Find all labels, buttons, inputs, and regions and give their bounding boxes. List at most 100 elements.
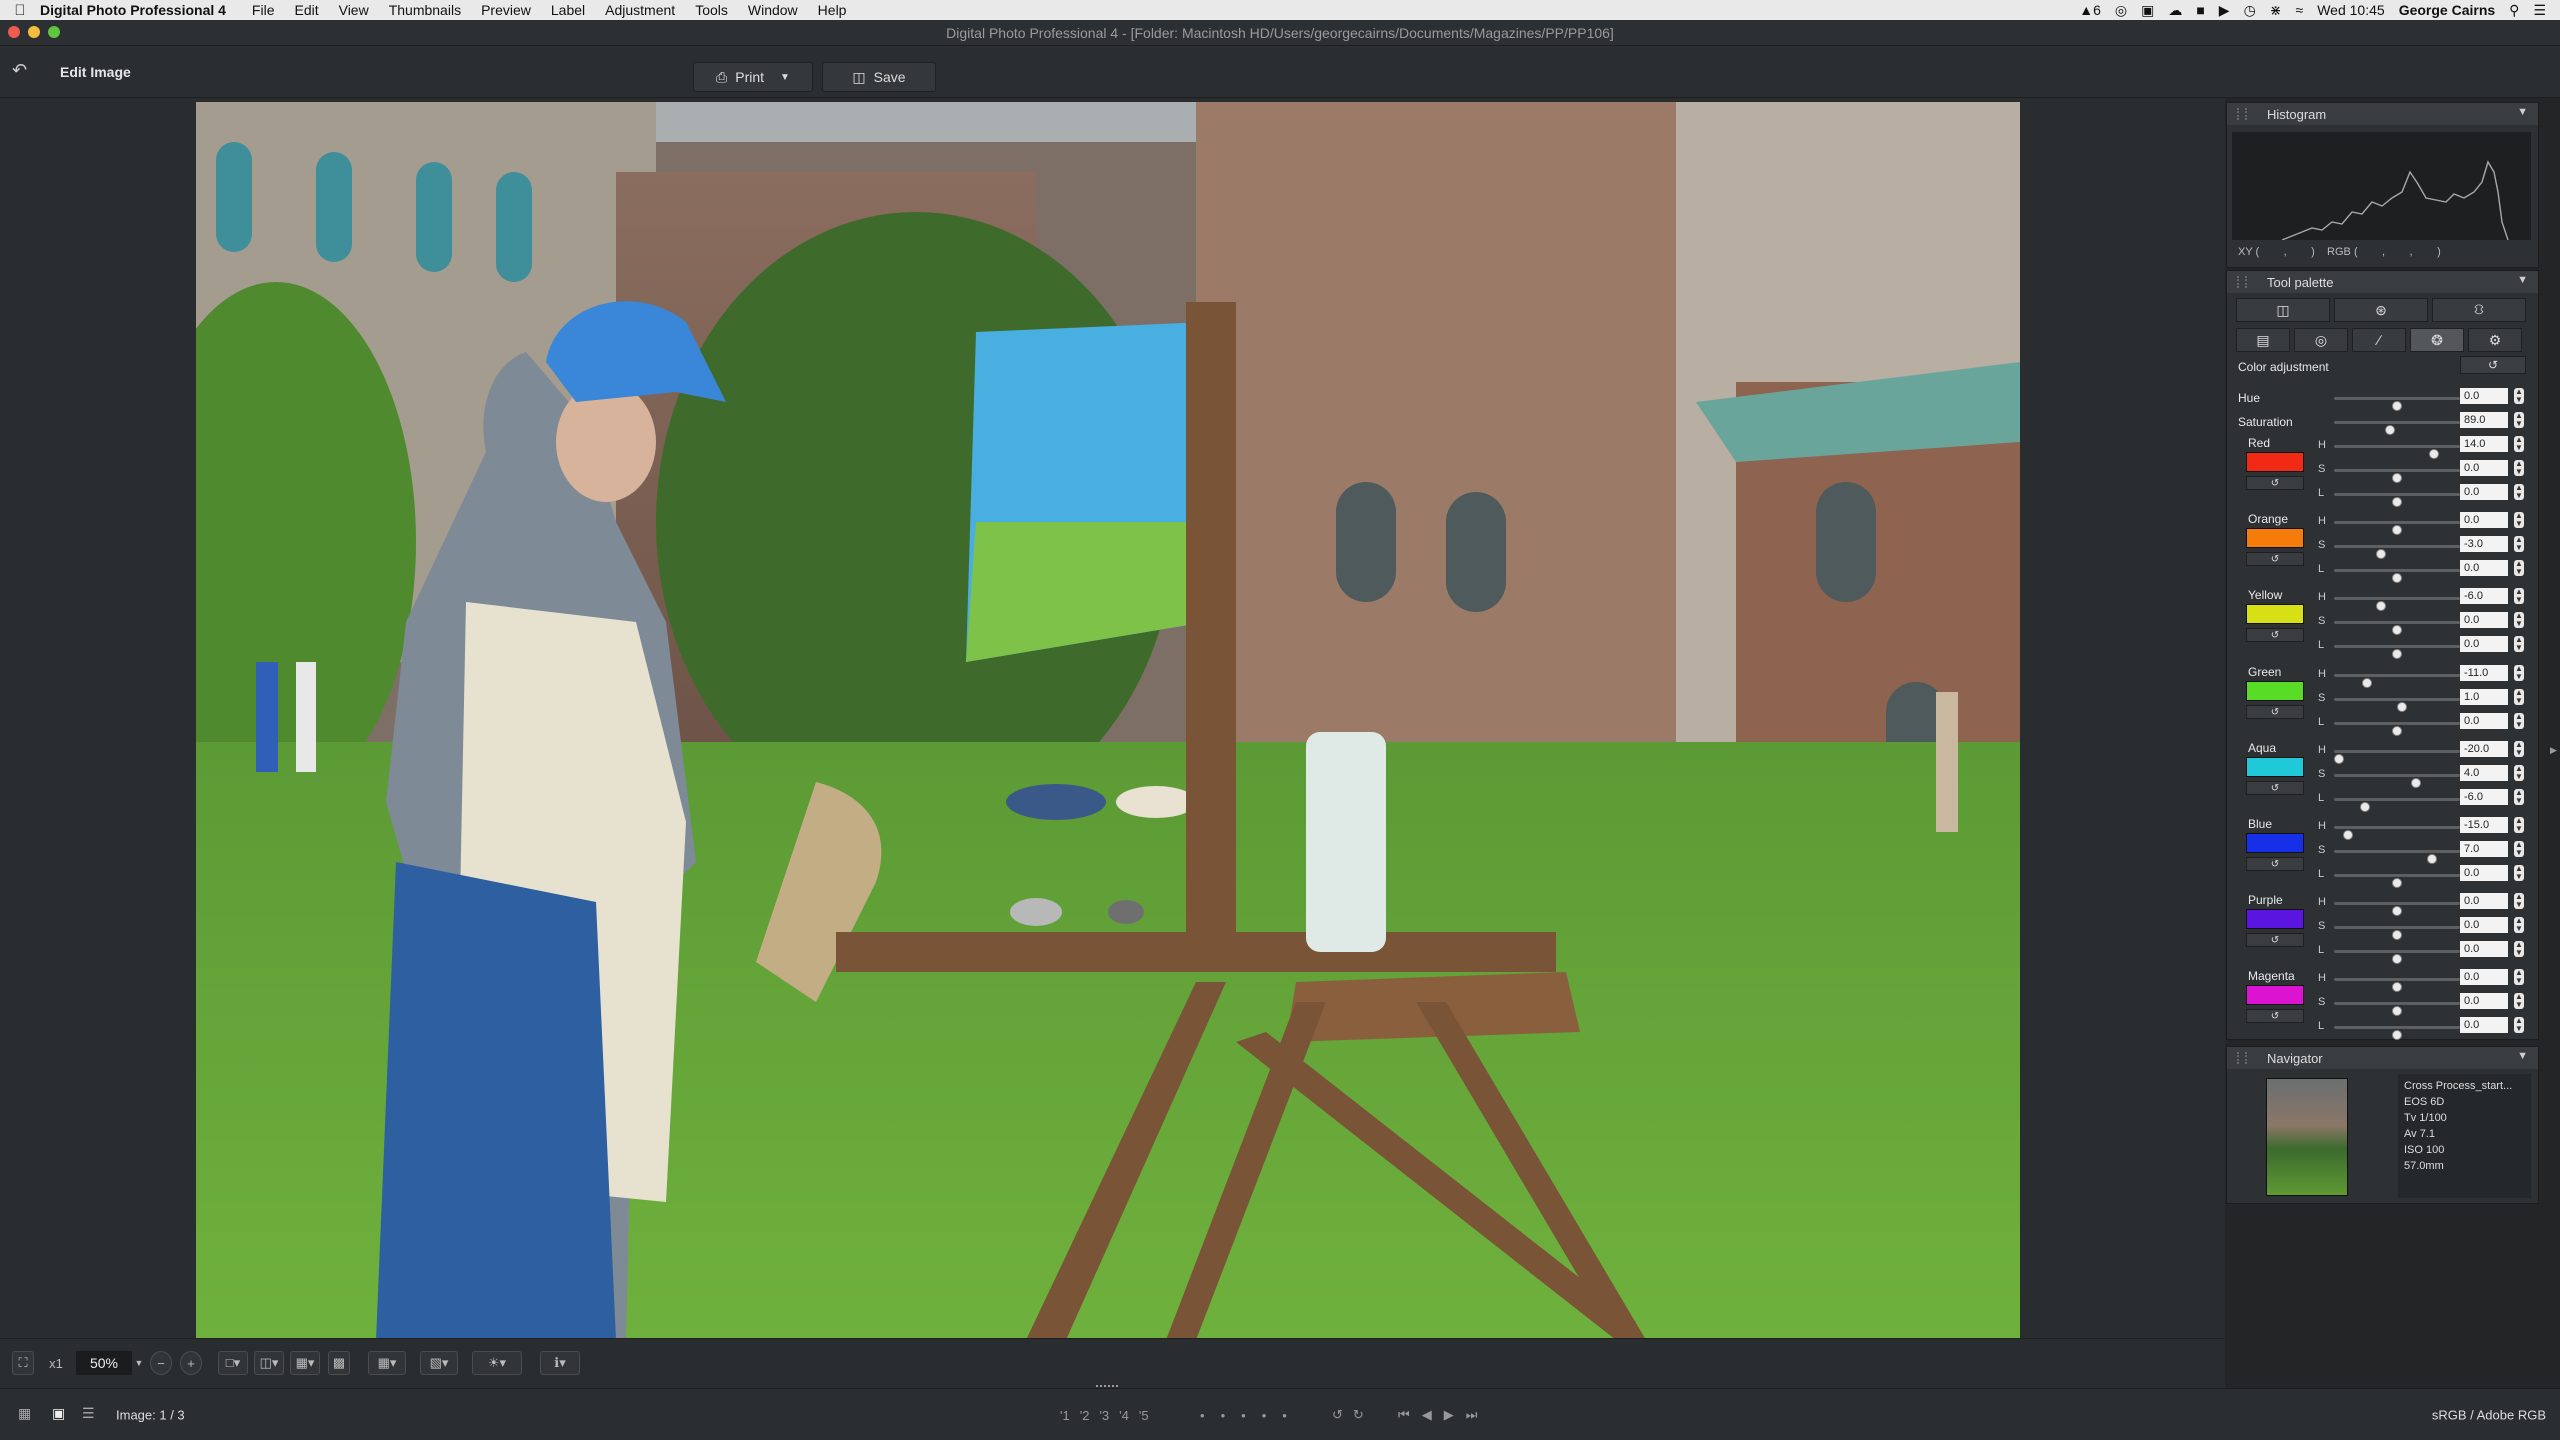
previous-image-icon[interactable]: ◀ [1422,1407,1432,1423]
magenta-h-slider-track[interactable] [2334,978,2460,992]
green-s-slider-track[interactable] [2334,698,2460,712]
single-view-icon[interactable]: ▣ [52,1405,65,1422]
red-s-slider-thumb[interactable] [2392,473,2402,483]
volume-icon[interactable]: ▶ [2219,2,2230,19]
yellow-h-slider-thumb[interactable] [2375,601,2386,611]
blue-h-value-field[interactable]: -15.0 [2460,817,2508,833]
display-mode-icon[interactable]: ☀▾ [472,1351,522,1375]
purple-l-slider-track[interactable] [2334,950,2460,964]
hue-stepper[interactable]: ▲ ▼ [2514,388,2524,404]
grid-view-icon[interactable]: ▦ [18,1405,31,1422]
yellow-s-value-field[interactable]: 0.0 [2460,612,2508,628]
orange-l-slider-track[interactable] [2334,569,2460,583]
cloud-icon[interactable]: ☁ [2168,2,2182,19]
drag-grip-icon[interactable] [2237,276,2247,288]
aqua-s-slider-track[interactable] [2334,774,2460,788]
green-h-slider-thumb[interactable] [2361,678,2372,688]
saturation-stepper[interactable]: ▲ ▼ [2514,412,2524,428]
navigator-header[interactable]: Navigator ▼ [2227,1047,2538,1069]
aqua-s-slider-thumb[interactable] [2410,778,2421,788]
chevron-down-icon[interactable]: ▼ [2517,106,2528,118]
aqua-l-slider-thumb[interactable] [2359,802,2370,812]
magenta-l-slider-thumb[interactable] [2392,1030,2402,1040]
rating-5[interactable]: '5 [1139,1408,1149,1423]
green-l-value-field[interactable]: 0.0 [2460,713,2508,729]
screen-icon[interactable]: ▣ [2141,2,2154,19]
rotate-left-icon[interactable]: ↺ [1332,1407,1343,1423]
next-image-icon[interactable]: ▶ [1444,1407,1454,1423]
color-adjustment-tab[interactable]: ❂ [2410,328,2464,352]
purple-l-stepper[interactable]: ▲ ▼ [2514,941,2524,957]
green-l-slider-thumb[interactable] [2392,726,2402,736]
hue-slider-track[interactable] [2334,397,2460,411]
spotlight-icon[interactable]: ⚲ [2509,2,2519,19]
fit-to-screen-icon[interactable]: ⛶ [12,1351,34,1375]
purple-s-value-field[interactable]: 0.0 [2460,917,2508,933]
blue-h-slider-track[interactable] [2334,826,2460,840]
basic-adjustment-tab[interactable]: ◫ [2236,298,2330,322]
apple-menu-icon[interactable]:  [0,2,40,19]
orange-s-slider-track[interactable] [2334,545,2460,559]
green-s-value-field[interactable]: 1.0 [2460,689,2508,705]
orange-h-value-field[interactable]: 0.0 [2460,512,2508,528]
red-s-slider-track[interactable] [2334,469,2460,483]
saturation-slider-thumb[interactable] [2385,425,2396,435]
purple-h-slider-thumb[interactable] [2392,906,2402,916]
zoom-select[interactable]: 50% [76,1351,132,1375]
yellow-l-value-field[interactable]: 0.0 [2460,636,2508,652]
save-button[interactable]: ◫ Save [822,62,936,92]
time-machine-icon[interactable]: ◷ [2244,2,2256,19]
purple-l-slider-thumb[interactable] [2392,954,2402,964]
red-h-value-field[interactable]: 14.0 [2460,436,2508,452]
aqua-l-stepper[interactable]: ▲ ▼ [2514,789,2524,805]
star-1-icon[interactable]: • [1200,1408,1205,1423]
notification-center-icon[interactable]: ☰ [2533,2,2546,19]
blue-l-slider-track[interactable] [2334,874,2460,888]
yellow-h-stepper[interactable]: ▲ ▼ [2514,588,2524,604]
purple-h-slider-track[interactable] [2334,902,2460,916]
green-s-stepper[interactable]: ▲ ▼ [2514,689,2524,705]
aqua-s-stepper[interactable]: ▲ ▼ [2514,765,2524,781]
green-h-value-field[interactable]: -11.0 [2460,665,2508,681]
saturation-value-field[interactable]: 89.0 [2460,412,2508,428]
blue-l-slider-thumb[interactable] [2392,878,2402,888]
aqua-h-stepper[interactable]: ▲ ▼ [2514,741,2524,757]
compare-view-icon[interactable]: ▦▾ [290,1351,320,1375]
menu-help[interactable]: Help [818,2,847,18]
magenta-s-value-field[interactable]: 0.0 [2460,993,2508,1009]
yellow-s-slider-track[interactable] [2334,621,2460,635]
actual-size-button[interactable]: x1 [42,1351,70,1375]
magenta-l-stepper[interactable]: ▲ ▼ [2514,1017,2524,1033]
menu-adjustment[interactable]: Adjustment [605,2,675,18]
magenta-l-slider-track[interactable] [2334,1026,2460,1040]
star-5-icon[interactable]: • [1282,1408,1287,1423]
star-2-icon[interactable]: • [1221,1408,1226,1423]
purple-h-stepper[interactable]: ▲ ▼ [2514,893,2524,909]
zoom-in-icon[interactable]: + [180,1351,202,1375]
red-l-slider-track[interactable] [2334,493,2460,507]
blue-l-stepper[interactable]: ▲ ▼ [2514,865,2524,881]
highlight-warning-icon[interactable]: ▩ [328,1351,350,1375]
red-l-value-field[interactable]: 0.0 [2460,484,2508,500]
back-icon[interactable]: ↶ [12,60,34,82]
stamp-tab[interactable]: ⛻ [2432,298,2526,322]
magenta-s-slider-track[interactable] [2334,1002,2460,1016]
purple-s-slider-thumb[interactable] [2392,930,2402,940]
magenta-h-value-field[interactable]: 0.0 [2460,969,2508,985]
yellow-s-stepper[interactable]: ▲ ▼ [2514,612,2524,628]
orange-l-value-field[interactable]: 0.0 [2460,560,2508,576]
yellow-l-slider-thumb[interactable] [2392,649,2402,659]
purple-h-value-field[interactable]: 0.0 [2460,893,2508,909]
hue-value-field[interactable]: 0.0 [2460,388,2508,404]
green-l-stepper[interactable]: ▲ ▼ [2514,713,2524,729]
aqua-h-slider-track[interactable] [2334,750,2460,764]
bluetooth-icon[interactable]: ⋇ [2270,2,2282,19]
magenta-h-stepper[interactable]: ▲ ▼ [2514,969,2524,985]
user-name[interactable]: George Cairns [2399,2,2495,18]
blue-s-value-field[interactable]: 7.0 [2460,841,2508,857]
aqua-l-slider-track[interactable] [2334,798,2460,812]
tone-curve-tab[interactable]: ∕ [2352,328,2406,352]
orange-h-slider-track[interactable] [2334,521,2460,535]
tool-palette-header[interactable]: Tool palette ▼ [2227,271,2538,293]
crop-tab[interactable]: ⊛ [2334,298,2428,322]
